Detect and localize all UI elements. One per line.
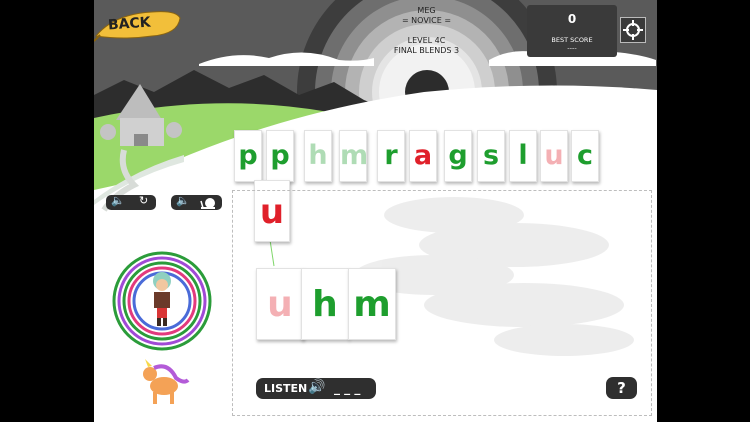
letter: g bbox=[448, 140, 468, 171]
level-info: MEG = NOVICE = LEVEL 4C FINAL BLENDS 3 bbox=[364, 6, 489, 56]
listen-blanks: _ _ _ bbox=[334, 381, 361, 395]
best-score-label: BEST SCORE bbox=[551, 36, 593, 44]
letter-tile[interactable]: p bbox=[266, 130, 294, 182]
listen-button[interactable]: LISTEN 🔊 _ _ _ bbox=[256, 378, 376, 399]
letter: p bbox=[238, 140, 258, 171]
game-stage: BACK MEG = NOVICE = LEVEL 4C FINAL BLEND… bbox=[94, 0, 657, 422]
letter: a bbox=[413, 140, 433, 171]
unicorn-icon bbox=[143, 359, 190, 404]
letter-tile[interactable]: l bbox=[509, 130, 537, 182]
letter: m bbox=[340, 140, 369, 171]
letter-tile[interactable]: p bbox=[234, 130, 262, 182]
level-label: LEVEL 4C bbox=[407, 36, 446, 45]
progress-rings bbox=[112, 251, 212, 351]
player-name: MEG bbox=[417, 6, 436, 15]
character-avatar bbox=[153, 272, 171, 326]
slot-letter: m bbox=[353, 284, 391, 325]
letter: u bbox=[544, 140, 564, 171]
settings-button[interactable] bbox=[620, 17, 646, 43]
letter: p bbox=[270, 140, 290, 171]
letter-tile[interactable]: c bbox=[571, 130, 599, 182]
letter-tile[interactable]: r bbox=[377, 130, 405, 182]
speaker-icon: 🔊 bbox=[308, 379, 326, 395]
sound-slow-button[interactable]: 🔈 bbox=[171, 194, 222, 210]
crosshair-icon bbox=[623, 20, 643, 40]
score-box: 0 BEST SCORE ---- bbox=[527, 5, 617, 57]
word-slot-tile[interactable]: h bbox=[301, 268, 349, 340]
word-slot-tile[interactable]: u bbox=[256, 268, 304, 340]
letter-tile[interactable]: a bbox=[409, 130, 437, 182]
letter-tile[interactable]: u bbox=[540, 130, 568, 182]
letter-tile[interactable]: s bbox=[477, 130, 505, 182]
letter: r bbox=[384, 140, 398, 171]
best-score-value: ---- bbox=[567, 44, 577, 52]
word-slot-tile[interactable]: m bbox=[348, 268, 396, 340]
letter-tile[interactable]: h bbox=[304, 130, 332, 182]
back-button[interactable]: BACK bbox=[94, 8, 182, 42]
letter: l bbox=[518, 140, 528, 171]
slot-letter: h bbox=[312, 284, 338, 325]
slot-letter: u bbox=[267, 284, 293, 325]
snail-icon bbox=[200, 198, 215, 209]
sound-replay-button[interactable]: 🔈 ↻ bbox=[106, 194, 156, 210]
back-label: BACK bbox=[107, 14, 152, 34]
player-rank: = NOVICE = bbox=[401, 16, 452, 25]
replay-icon: ↻ bbox=[139, 194, 149, 207]
speaker-icon: 🔈 bbox=[176, 194, 190, 207]
help-button[interactable]: ? bbox=[606, 377, 637, 399]
letter: c bbox=[576, 140, 593, 171]
letter: s bbox=[482, 140, 500, 171]
speaker-icon: 🔈 bbox=[111, 194, 125, 207]
listen-label: LISTEN bbox=[264, 382, 308, 395]
lesson-label: FINAL BLENDS 3 bbox=[393, 46, 460, 55]
letter-tile[interactable]: m bbox=[339, 130, 369, 182]
letter: h bbox=[308, 140, 328, 171]
help-label: ? bbox=[617, 379, 626, 397]
letter-tile[interactable]: g bbox=[444, 130, 472, 182]
score-value: 0 bbox=[567, 12, 577, 26]
